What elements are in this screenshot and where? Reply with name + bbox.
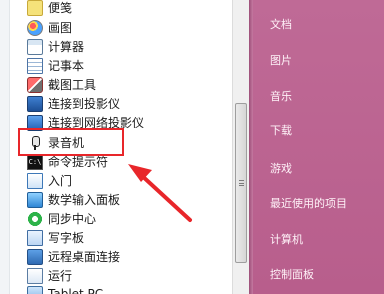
right-pane: 文档 图片 音乐 下载 游戏 最近使用的项目 计算机 控制面板 <box>249 0 384 294</box>
calculator-icon <box>27 39 43 55</box>
program-sticky-notes[interactable]: 便笺 <box>27 0 72 18</box>
remote-desktop-icon <box>27 249 43 265</box>
right-item-games[interactable]: 游戏 <box>270 158 292 178</box>
sync-center-icon <box>27 211 43 227</box>
program-remote-desktop[interactable]: 远程桌面连接 <box>27 247 120 267</box>
getting-started-icon <box>27 173 43 189</box>
right-item-computer[interactable]: 计算机 <box>270 229 303 249</box>
programs-scrollbar[interactable] <box>232 0 249 294</box>
program-label: 远程桌面连接 <box>48 250 121 264</box>
program-label: 写字板 <box>48 231 85 245</box>
program-label: 截图工具 <box>48 78 97 92</box>
program-connect-projector[interactable]: 连接到投影仪 <box>27 94 120 114</box>
right-item-control-panel[interactable]: 控制面板 <box>270 264 314 284</box>
program-getting-started[interactable]: 入门 <box>27 171 72 191</box>
program-wordpad[interactable]: 写字板 <box>27 228 84 248</box>
wordpad-icon <box>27 230 43 246</box>
scroll-grip-icon <box>239 180 244 186</box>
program-label: 记事本 <box>48 59 85 73</box>
tablet-pc-icon <box>27 286 43 294</box>
program-label: 连接到投影仪 <box>48 97 121 111</box>
programs-panel: 便笺 画图 计算器 记事本 截图工具 连接到投影仪 连接到网络投影仪 录音机 C… <box>0 0 232 294</box>
program-label: 同步中心 <box>48 212 97 226</box>
program-snipping-tool[interactable]: 截图工具 <box>27 75 96 95</box>
right-item-downloads[interactable]: 下载 <box>270 120 292 140</box>
scroll-thumb[interactable] <box>235 103 247 263</box>
program-notepad[interactable]: 记事本 <box>27 56 84 76</box>
program-calculator[interactable]: 计算器 <box>27 37 84 57</box>
program-sync-center[interactable]: 同步中心 <box>27 209 96 229</box>
highlight-box <box>18 128 124 156</box>
snipping-tool-icon <box>27 77 43 93</box>
pane-divider <box>249 0 253 294</box>
program-label: 计算器 <box>48 40 85 54</box>
notepad-icon <box>27 58 43 74</box>
right-item-pictures[interactable]: 图片 <box>270 50 292 70</box>
right-item-documents[interactable]: 文档 <box>270 14 292 34</box>
right-item-recent-items[interactable]: 最近使用的项目 <box>270 193 347 213</box>
program-label: 命令提示符 <box>48 155 109 169</box>
program-label: Tablet PC <box>48 287 104 294</box>
program-math-input-panel[interactable]: 数学输入面板 <box>27 190 120 210</box>
run-icon <box>27 268 43 284</box>
projector-icon <box>27 96 43 112</box>
program-label: 画图 <box>48 21 73 35</box>
command-prompt-icon: C:\ <box>27 154 43 170</box>
paint-icon <box>27 20 43 36</box>
program-run[interactable]: 运行 <box>27 266 72 286</box>
program-paint[interactable]: 画图 <box>27 18 72 38</box>
sticky-notes-icon <box>27 0 43 16</box>
program-label: 运行 <box>48 269 73 283</box>
math-input-panel-icon <box>27 192 43 208</box>
right-item-music[interactable]: 音乐 <box>270 86 292 106</box>
program-label: 入门 <box>48 174 73 188</box>
panel-edge <box>0 0 10 294</box>
program-tablet-pc[interactable]: Tablet PC <box>27 284 103 294</box>
program-label: 数学输入面板 <box>48 193 121 207</box>
program-label: 便笺 <box>48 1 73 15</box>
